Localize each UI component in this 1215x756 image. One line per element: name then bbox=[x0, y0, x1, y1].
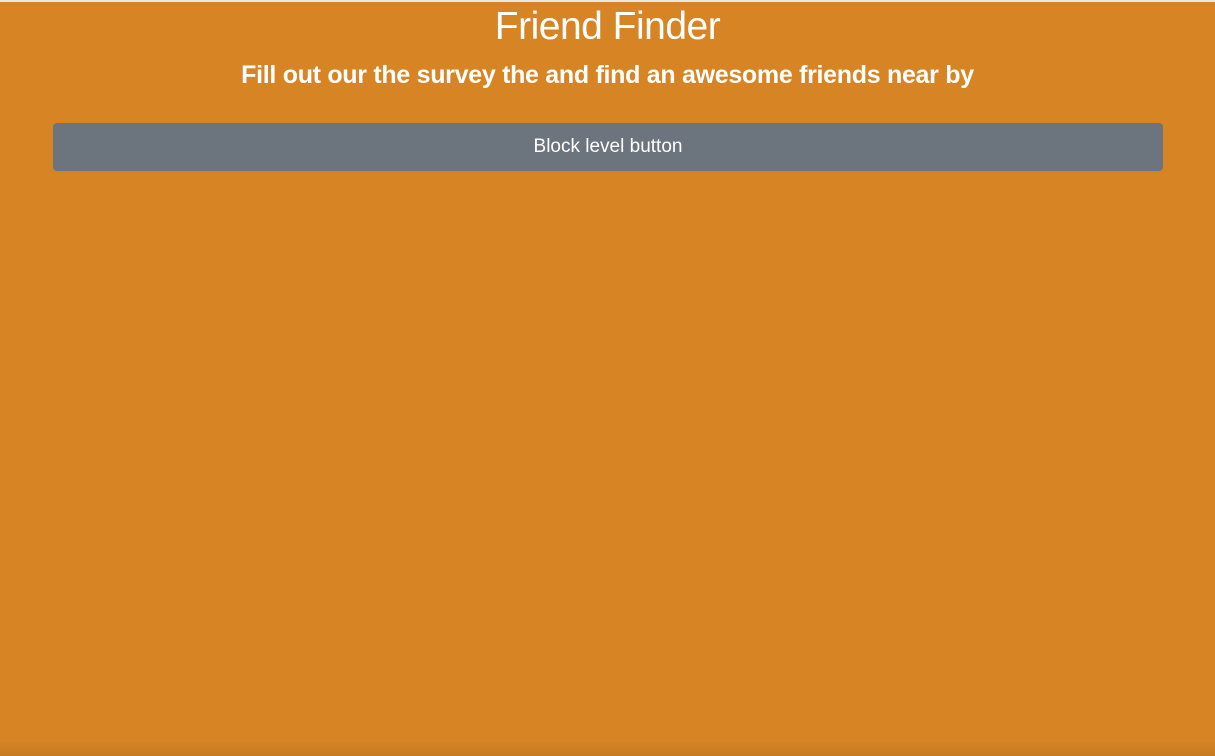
block-level-button[interactable]: Block level button bbox=[53, 123, 1163, 171]
page-subtitle: Fill out our the survey the and find an … bbox=[241, 61, 974, 89]
bottom-shadow bbox=[0, 742, 1215, 756]
page: Friend Finder Fill out our the survey th… bbox=[0, 0, 1215, 756]
page-title: Friend Finder bbox=[494, 5, 721, 48]
